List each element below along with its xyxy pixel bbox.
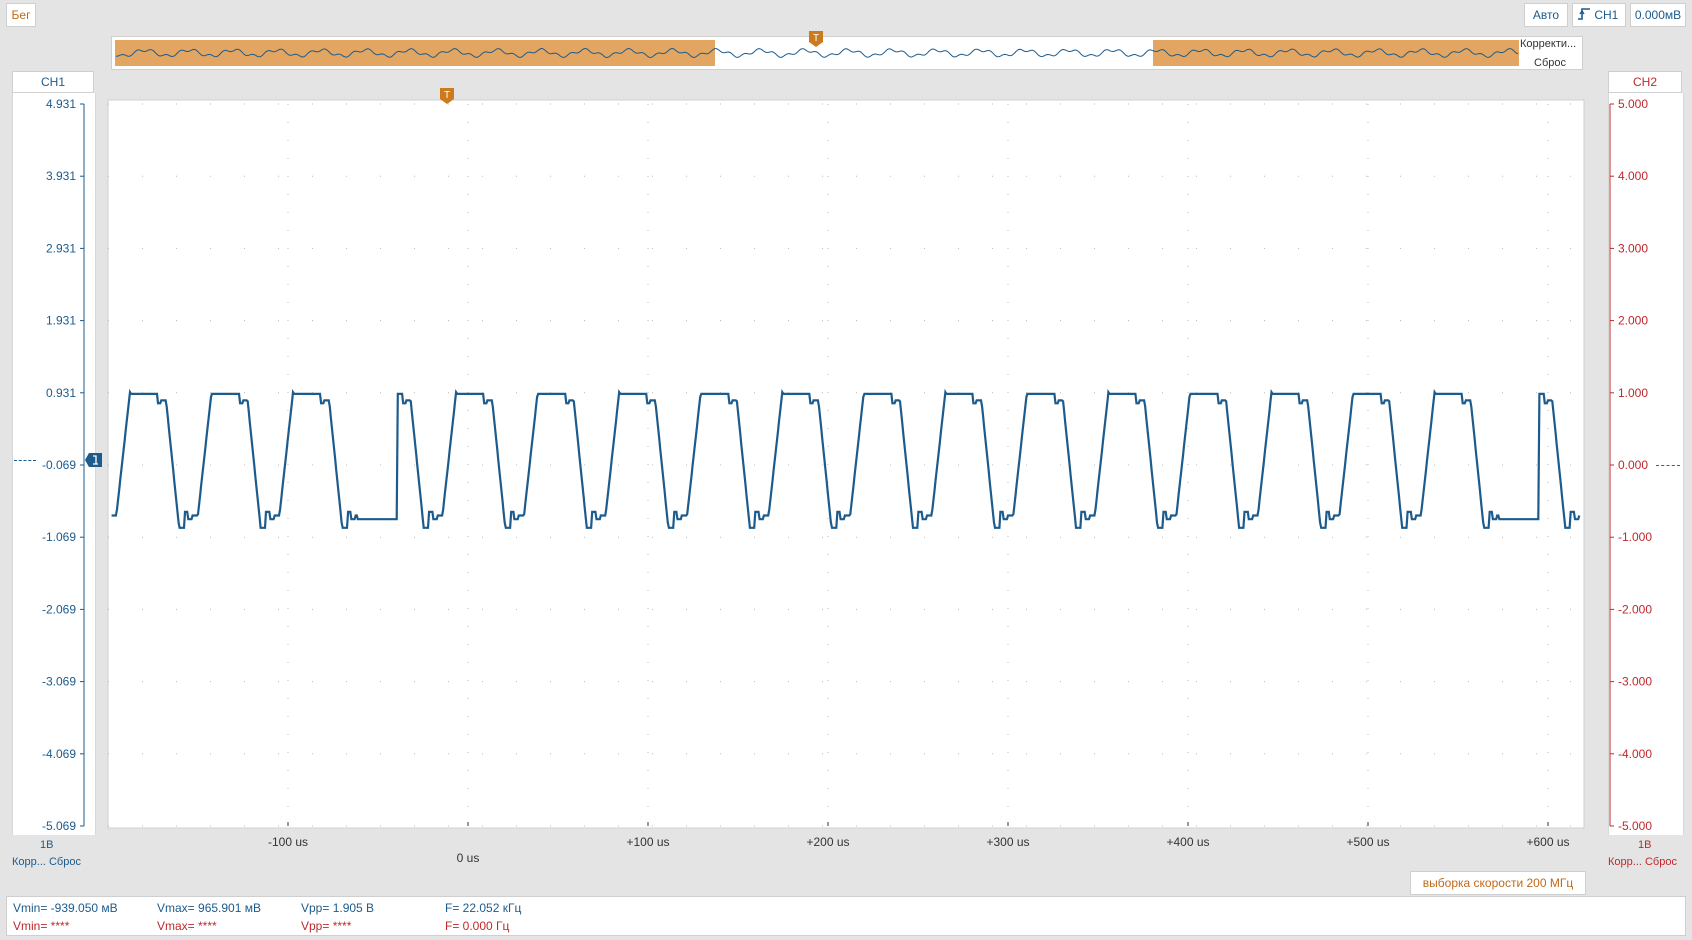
time-tick-label: +200 us xyxy=(806,835,849,849)
ch2-ground-line xyxy=(1656,465,1680,466)
ch1-tick-label: 4.931 xyxy=(46,97,76,111)
ch2-reset-button[interactable]: Корр... Сброс xyxy=(1608,856,1677,868)
ch2-axis: 5.000 4.000 3.000 2.000 1.000 0.000 -1.000 -2.0… xyxy=(1609,97,1652,833)
ch1-tick-label: -2.069 xyxy=(42,602,76,616)
ch1-ground-line xyxy=(14,460,36,461)
ch1-tick-label: 0.931 xyxy=(46,386,76,400)
ch1-tick-label: 3.931 xyxy=(46,169,76,183)
ch2-tick-label: -5.000 xyxy=(1618,819,1652,833)
ch2-tick-label: -2.000 xyxy=(1618,602,1652,616)
time-tick-label: 0 us xyxy=(457,851,480,865)
time-tick-label: +300 us xyxy=(986,835,1029,849)
ch1-reset-button[interactable]: Корр... Сброс xyxy=(12,856,81,868)
ch2-tick-label: -1.000 xyxy=(1618,530,1652,544)
ch2-tick-label: 3.000 xyxy=(1618,241,1648,255)
trigger-position-marker-icon[interactable]: T xyxy=(439,87,455,108)
ch1-vmin: Vmin= -939.050 мВ xyxy=(13,901,118,915)
ch1-tick-label: -3.069 xyxy=(42,675,76,689)
ch2-tick-label: 0.000 xyxy=(1618,458,1648,472)
ch1-tick-label: -0.069 xyxy=(42,458,76,472)
time-tick-label: +500 us xyxy=(1346,835,1389,849)
time-tick-label: +400 us xyxy=(1166,835,1209,849)
ch2-vmin: Vmin= **** xyxy=(13,919,70,933)
ch1-tick-label: -5.069 xyxy=(42,819,76,833)
ch1-tick-label: -4.069 xyxy=(42,747,76,761)
svg-text:T: T xyxy=(444,90,450,101)
ch1-vpp: Vpp= 1.905 В xyxy=(301,901,375,915)
ch2-frequency: F= 0.000 Гц xyxy=(445,919,510,933)
sample-rate-label: выборка скорости 200 МГц xyxy=(1410,871,1586,895)
ch2-scale[interactable]: 1В xyxy=(1638,839,1651,851)
ch1-tick-label: -1.069 xyxy=(42,530,76,544)
ch2-vpp: Vpp= **** xyxy=(301,919,352,933)
ch1-vmax: Vmax= 965.901 мВ xyxy=(157,901,261,915)
time-tick-label: +600 us xyxy=(1526,835,1569,849)
time-tick-label: +100 us xyxy=(626,835,669,849)
ch1-ground-marker-icon[interactable] xyxy=(85,452,103,471)
ch2-tick-label: 2.000 xyxy=(1618,314,1648,328)
time-tick-label: -100 us xyxy=(268,835,308,849)
ch2-tick-label: 5.000 xyxy=(1618,97,1648,111)
ch1-tick-label: 2.931 xyxy=(46,241,76,255)
measurements-bar: Vmin= -939.050 мВ Vmax= 965.901 мВ Vpp= … xyxy=(6,896,1686,936)
ch1-frequency: F= 22.052 кГц xyxy=(445,901,522,915)
ch2-tick-label: -4.000 xyxy=(1618,747,1652,761)
ch2-tick-label: 4.000 xyxy=(1618,169,1648,183)
ch1-axis: 4.931 3.931 2.931 1.931 0.931 -0.069 -1.069 -2.… xyxy=(42,97,85,833)
plot-area xyxy=(107,99,1585,829)
oscilloscope-display[interactable]: 4.931 3.931 2.931 1.931 0.931 -0.069 -1.069 -2.… xyxy=(0,0,1692,870)
ch1-tick-label: 1.931 xyxy=(46,314,76,328)
ch2-tick-label: 1.000 xyxy=(1618,386,1648,400)
ch2-vmax: Vmax= **** xyxy=(157,919,217,933)
ch2-tick-label: -3.000 xyxy=(1618,675,1652,689)
ch1-scale[interactable]: 1В xyxy=(40,839,53,851)
